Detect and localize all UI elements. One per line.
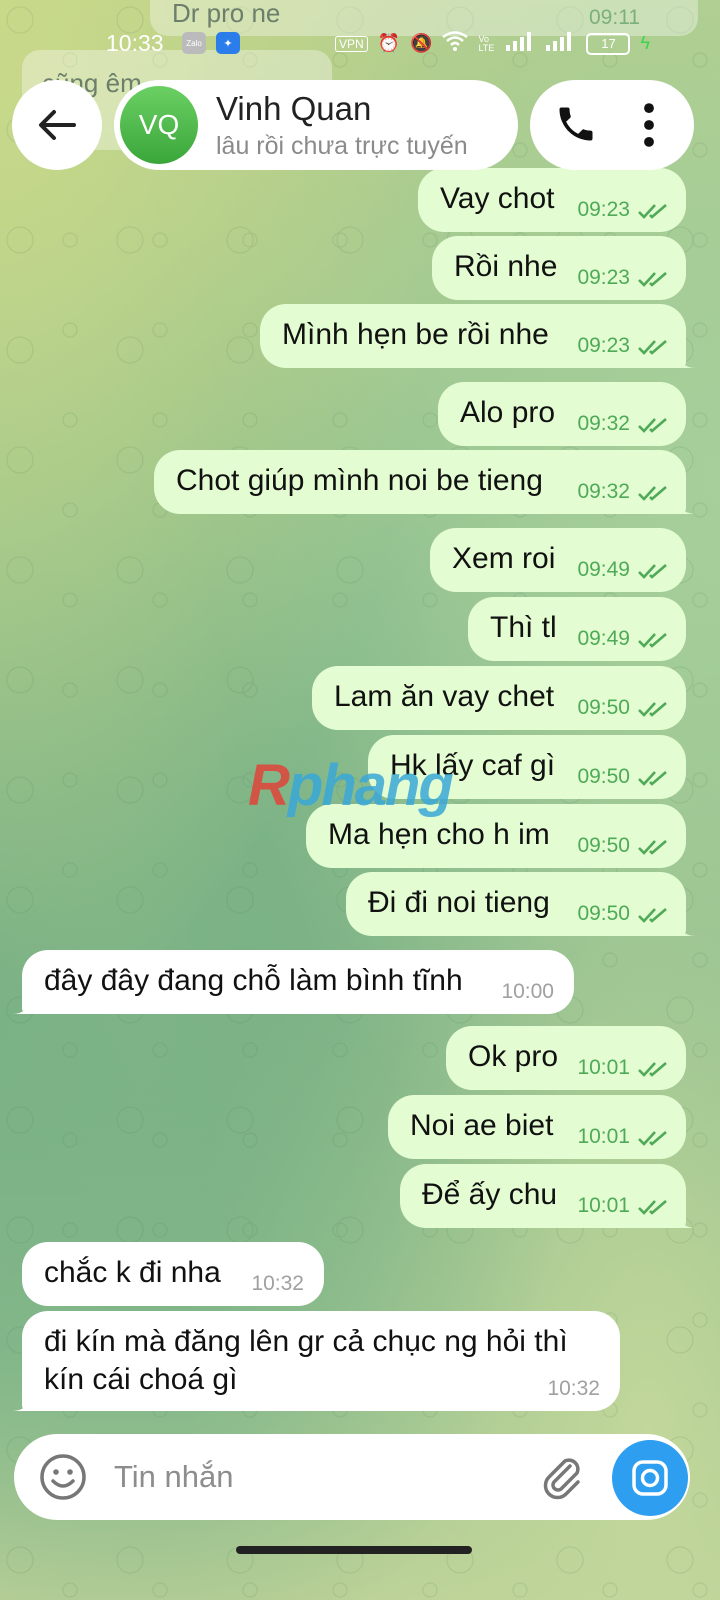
message-composer xyxy=(14,1434,690,1520)
read-check-icon xyxy=(638,1062,667,1077)
message-outgoing[interactable]: Đi đi noi tieng 09:50 xyxy=(346,872,696,936)
message-time: 09:50 xyxy=(577,902,630,925)
camera-icon xyxy=(632,1460,668,1496)
wifi-icon xyxy=(442,31,469,56)
zalo-notification-icon: Zalo xyxy=(182,32,206,54)
volte-icon: Vo LTE xyxy=(478,33,495,53)
message-incoming[interactable]: đây đây đang chỗ làm bình tĩnh 10:00 xyxy=(12,950,574,1014)
bubble-tail xyxy=(12,1391,32,1411)
message-time: 09:32 xyxy=(577,480,630,503)
message-time: 10:32 xyxy=(547,1377,600,1400)
message-time: 09:32 xyxy=(577,412,630,435)
avatar[interactable]: VQ xyxy=(120,86,198,164)
message-outgoing[interactable]: Chot giúp mình noi be tieng 09:32 xyxy=(154,450,696,514)
alarm-icon: ⏰ xyxy=(377,33,401,53)
bubble-tail xyxy=(676,348,696,368)
read-check-icon xyxy=(638,418,667,433)
mute-icon: 🔕 xyxy=(410,33,433,53)
camera-button[interactable] xyxy=(612,1440,688,1516)
read-check-icon xyxy=(638,1131,667,1146)
message-outgoing[interactable]: Alo pro 09:32 xyxy=(438,382,686,446)
home-indicator[interactable] xyxy=(236,1546,472,1554)
status-bar: 10:33 Zalo ✦ VPN ⏰ 🔕 Vo LTE 17 ϟ xyxy=(0,28,720,64)
signal-icon-2 xyxy=(546,31,576,56)
contact-name: Vinh Quan xyxy=(216,90,372,127)
message-time: 10:01 xyxy=(577,1125,630,1148)
battery-level: 17 xyxy=(601,36,616,51)
message-outgoing[interactable]: Mình hẹn be rồi nhe 09:23 xyxy=(260,304,696,368)
attach-icon[interactable] xyxy=(540,1454,586,1500)
bubble-tail xyxy=(676,916,696,936)
more-options-icon[interactable] xyxy=(634,102,664,148)
status-time: 10:33 xyxy=(106,30,164,56)
message-time: 10:32 xyxy=(251,1272,304,1295)
watermark-logo: Rphang xyxy=(248,753,454,818)
message-time: 09:49 xyxy=(577,558,630,581)
read-check-icon xyxy=(638,564,667,579)
read-check-icon xyxy=(638,908,667,923)
message-input[interactable] xyxy=(112,1456,516,1498)
message-outgoing[interactable]: Rồi nhe 09:23 xyxy=(432,236,686,300)
read-check-icon xyxy=(638,486,667,501)
contact-status: lâu rồi chưa trực tuyến xyxy=(216,132,468,160)
read-check-icon xyxy=(638,702,667,717)
message-time: 10:01 xyxy=(577,1056,630,1079)
message-outgoing[interactable]: Xem roi 09:49 xyxy=(430,528,686,592)
message-incoming[interactable]: đi kín mà đăng lên gr cả chục ng hỏi thì… xyxy=(12,1311,620,1411)
battery-icon: 17 xyxy=(586,32,631,55)
message-outgoing[interactable]: Lam ăn vay chet 09:50 xyxy=(312,666,686,730)
bubble-tail xyxy=(12,994,32,1014)
message-time: 09:23 xyxy=(577,334,630,357)
message-outgoing[interactable]: Để ấy chu 10:01 xyxy=(400,1164,696,1228)
emoji-icon[interactable] xyxy=(38,1452,88,1502)
header-actions xyxy=(530,80,694,170)
bubble-tail xyxy=(676,494,696,514)
read-check-icon xyxy=(638,340,667,355)
read-check-icon xyxy=(638,633,667,648)
charging-icon: ϟ xyxy=(640,33,650,53)
vpn-icon: VPN xyxy=(334,35,368,52)
read-check-icon xyxy=(638,204,667,219)
message-time: 09:50 xyxy=(577,834,630,857)
message-incoming[interactable]: chắc k đi nha 10:32 xyxy=(22,1242,324,1306)
message-time: 09:50 xyxy=(577,696,630,719)
message-time: 09:23 xyxy=(577,198,630,221)
message-time: 10:01 xyxy=(577,1194,630,1217)
signal-icon-1 xyxy=(506,31,536,56)
message-outgoing[interactable]: Noi ae biet 10:01 xyxy=(388,1095,686,1159)
chat-header[interactable]: VQ Vinh Quan lâu rồi chưa trực tuyến xyxy=(114,80,518,170)
message-time: 09:23 xyxy=(577,266,630,289)
message-outgoing[interactable]: Vay chot 09:23 xyxy=(418,168,686,232)
read-check-icon xyxy=(638,840,667,855)
bubble-tail xyxy=(676,1208,696,1228)
phone-call-icon[interactable] xyxy=(554,102,598,146)
message-outgoing[interactable]: Thì tl 09:49 xyxy=(468,597,686,661)
message-time: 09:49 xyxy=(577,627,630,650)
message-time: 10:00 xyxy=(501,980,554,1003)
message-outgoing[interactable]: Ok pro 10:01 xyxy=(446,1026,686,1090)
read-check-icon xyxy=(638,1200,667,1215)
read-check-icon xyxy=(638,771,667,786)
read-check-icon xyxy=(638,272,667,287)
status-icons: VPN ⏰ 🔕 Vo LTE 17 ϟ xyxy=(334,31,650,56)
app-notification-icon: ✦ xyxy=(216,32,240,54)
message-time: 09:50 xyxy=(577,765,630,788)
back-button[interactable] xyxy=(12,80,102,170)
back-arrow-icon xyxy=(39,110,76,140)
